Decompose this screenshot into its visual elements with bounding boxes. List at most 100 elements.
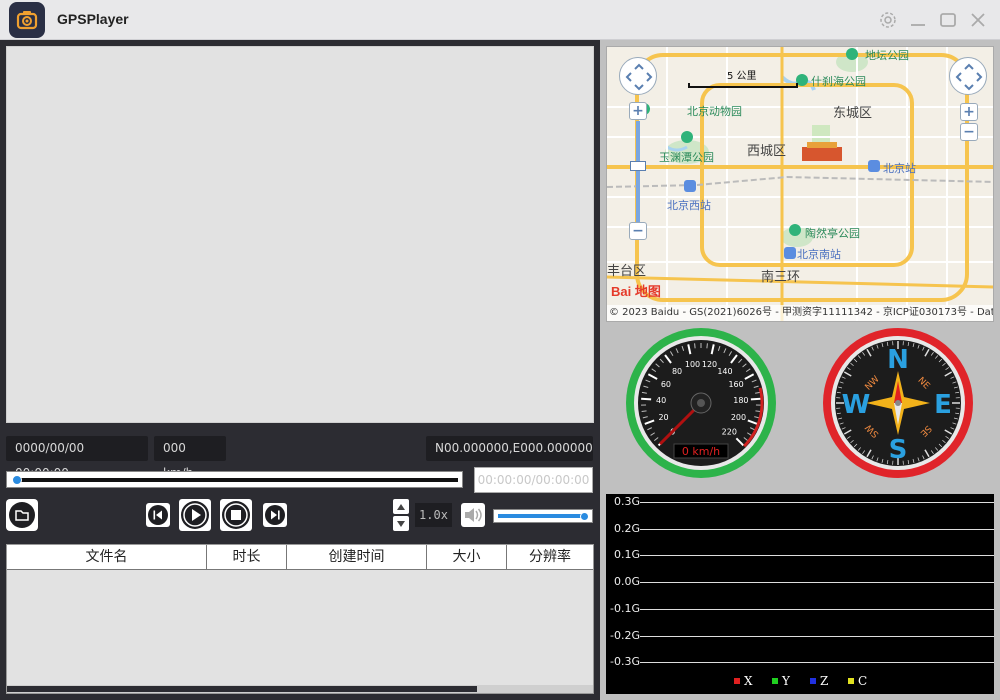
g-axis-label: 0.0G	[613, 575, 640, 589]
compass-west-label: W	[842, 390, 871, 420]
stop-icon	[222, 501, 250, 529]
map-zoom-out-right[interactable]: −	[960, 123, 978, 141]
play-button[interactable]	[179, 499, 211, 531]
map-label: 北京西站	[667, 199, 711, 212]
legend-item-x: X	[734, 674, 753, 688]
speedometer-tick	[694, 343, 696, 349]
settings-gear-icon[interactable]	[878, 10, 898, 30]
g-axis-label: 0.3G	[613, 495, 640, 508]
column-created-time[interactable]: 创建时间	[287, 545, 427, 570]
g-axis-label: 0.2G	[613, 521, 640, 535]
map-label: 陶然亭公园	[805, 227, 860, 240]
next-button[interactable]	[263, 503, 287, 527]
speedometer-tick	[641, 397, 652, 401]
g-axis-label: -0.2G	[610, 628, 640, 642]
g-axis-label: -0.3G	[610, 655, 640, 669]
map-canvas	[607, 47, 993, 321]
mute-button[interactable]	[461, 503, 485, 527]
speed-up-button[interactable]	[393, 499, 409, 514]
video-display	[6, 46, 594, 423]
telemetry-panel: 地坛公园 什刹海公园 北京动物园 东城区 玉渊潭公园 西城区 北京站 北京西站 …	[600, 40, 1000, 700]
table-horizontal-scrollbar[interactable]	[7, 685, 593, 693]
skip-next-icon	[265, 505, 285, 525]
arrow-down-icon	[397, 520, 405, 527]
g-axis-label: -0.1G	[610, 601, 640, 615]
speedometer-tick-label: 20	[658, 413, 668, 422]
playback-rate: 1.0x	[415, 503, 452, 527]
speedometer-tick-label: 220	[722, 427, 737, 436]
play-icon	[181, 501, 209, 529]
map-zoom-out-left[interactable]: −	[629, 222, 647, 240]
skip-previous-icon	[148, 505, 168, 525]
title-bar: GPSPlayer	[0, 0, 1000, 40]
column-filename[interactable]: 文件名	[7, 545, 207, 570]
speaker-icon	[465, 508, 482, 522]
column-resolution[interactable]: 分辨率	[507, 545, 593, 570]
legend-label: Z	[820, 674, 829, 688]
close-icon[interactable]	[968, 10, 988, 30]
speedometer-tick	[641, 410, 647, 413]
speedometer-readout: 0 km/h	[682, 445, 720, 458]
player-panel: 0000/00/00 00:00:00 000 km/h N00.000000,…	[0, 40, 600, 700]
playback-progress-slider[interactable]	[6, 471, 463, 488]
volume-slider[interactable]	[493, 509, 593, 523]
legend-label: C	[858, 674, 868, 688]
legend-item-z: Z	[810, 674, 828, 688]
volume-slider-handle[interactable]	[579, 512, 589, 521]
file-table: 文件名 时长 创建时间 大小 分辨率	[6, 544, 594, 694]
speedometer-tick-label: 100	[685, 360, 700, 369]
map-view[interactable]: 地坛公园 什刹海公园 北京动物园 东城区 玉渊潭公园 西城区 北京站 北京西站 …	[606, 46, 994, 322]
speedometer-tick	[706, 343, 708, 349]
time-range-field[interactable]: 00:00:00/00:00:00	[474, 467, 593, 493]
speed-down-button[interactable]	[393, 516, 409, 531]
g-gridline	[640, 502, 994, 503]
map-zoom-slider[interactable]	[636, 121, 640, 229]
map-pan-control-right[interactable]	[949, 57, 987, 95]
map-label: 北京动物园	[687, 105, 742, 118]
app-logo-icon	[9, 2, 45, 38]
file-table-header: 文件名 时长 创建时间 大小 分辨率	[7, 545, 593, 570]
minimize-icon[interactable]	[908, 10, 928, 30]
pan-arrows-icon	[955, 63, 983, 91]
pan-arrows-icon	[625, 63, 653, 91]
compass: N E S W NE SE SW NW	[823, 328, 973, 478]
map-label: 北京站	[883, 162, 916, 175]
g-sensor-chart: 0.3G 0.2G 0.1G 0.0G -0.1G -0.2G -0.3G X Y Z C	[606, 494, 994, 694]
compass-north-label: N	[887, 345, 909, 375]
column-duration[interactable]: 时长	[207, 545, 287, 570]
map-label: 东城区	[833, 106, 873, 121]
speedometer-tick-label: 200	[731, 413, 746, 422]
column-size[interactable]: 大小	[427, 545, 507, 570]
g-gridline	[640, 662, 994, 664]
map-label: 北京南站	[797, 248, 841, 261]
map-label: 什刹海公园	[811, 75, 866, 88]
map-pan-control-left[interactable]	[619, 57, 657, 95]
map-zoom-handle[interactable]	[630, 161, 646, 171]
map-copyright: © 2023 Baidu - GS(2021)6026号 - 甲测资字11111…	[607, 305, 993, 321]
map-label: 玉渊潭公园	[659, 151, 714, 164]
map-zoom-in-right[interactable]: +	[960, 103, 978, 121]
progress-slider-handle[interactable]	[12, 475, 22, 485]
legend-swatch	[810, 678, 816, 684]
legend-swatch	[734, 678, 740, 684]
g-axis-label: 0.1G	[613, 548, 640, 562]
g-gridline	[640, 608, 994, 610]
map-label: 丰台区	[607, 264, 647, 279]
folder-icon	[9, 502, 35, 528]
datetime-readout: 0000/00/00 00:00:00	[6, 436, 148, 480]
previous-button[interactable]	[146, 503, 170, 527]
compass-south-label: S	[889, 435, 908, 465]
arrow-up-icon	[397, 503, 405, 510]
legend-swatch	[772, 678, 778, 684]
maximize-icon[interactable]	[938, 10, 958, 30]
speedometer-tick-label: 40	[656, 396, 666, 405]
stop-button[interactable]	[220, 499, 252, 531]
map-zoom-in-left[interactable]: +	[629, 102, 647, 120]
speedometer-tick-label: 160	[728, 380, 743, 389]
speedometer: 020406080100120140160180200220 0 km/h	[626, 328, 776, 478]
open-folder-button[interactable]	[6, 499, 38, 531]
speedometer-tick	[755, 410, 761, 413]
speed-readout: 000 km/h	[154, 436, 226, 480]
speedometer-tick-label: 60	[661, 380, 671, 389]
g-gridline	[640, 635, 994, 637]
